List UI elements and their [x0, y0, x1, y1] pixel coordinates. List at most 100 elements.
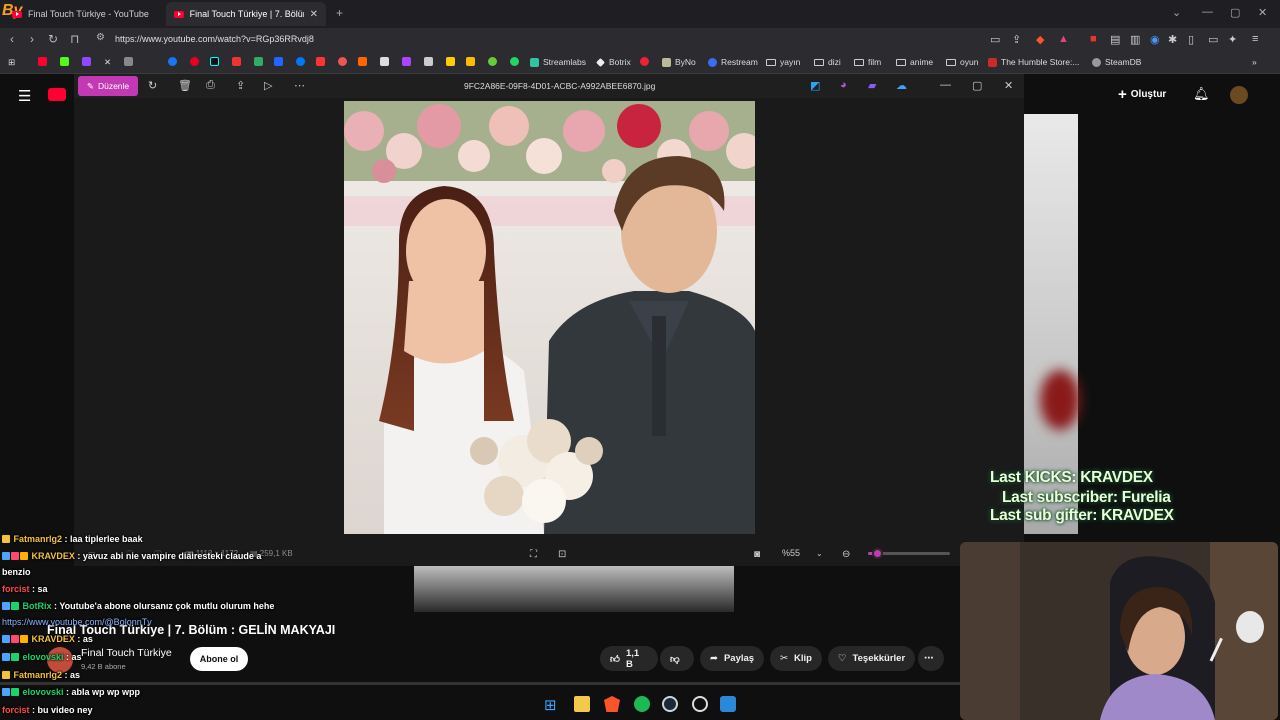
more-options-icon[interactable]: ⋯ [294, 79, 305, 92]
fit-to-window-icon[interactable]: ⛶ [530, 549, 537, 560]
bookmark-icon[interactable] [338, 57, 347, 66]
rewards-icon[interactable]: ▲ [1058, 33, 1069, 45]
cast-icon[interactable]: ▭ [990, 33, 1000, 46]
video-player-partial[interactable] [414, 566, 734, 612]
bookmark-icon[interactable] [274, 57, 283, 66]
extension-icon[interactable]: ▥ [1130, 33, 1140, 46]
bookmark-steamdb[interactable]: SteamDB [1092, 57, 1141, 67]
actual-size-icon[interactable]: ⊡ [558, 549, 566, 560]
account-avatar[interactable] [1230, 86, 1248, 104]
steam-icon[interactable] [662, 696, 678, 712]
viewer-close-icon[interactable]: ✕ [1004, 79, 1013, 92]
extension-icon[interactable]: ■ [1090, 33, 1097, 45]
bookmark-icon[interactable] [124, 57, 133, 66]
youtube-logo-icon[interactable] [48, 88, 66, 101]
zoom-level[interactable]: %55 [782, 548, 800, 558]
copilot-icon[interactable]: ◕ [840, 79, 847, 91]
print-icon[interactable]: ⎙ [206, 79, 215, 92]
chat-link[interactable]: https://www.youtube.com/@BolonnTv [2, 617, 152, 627]
bookmark-tiktok-icon[interactable] [210, 57, 219, 66]
wallet-icon[interactable]: ▭ [1208, 33, 1218, 46]
tab-youtube-video[interactable]: Final Touch Türkiye | 7. Bölüm : G ✕ [166, 2, 326, 26]
bookmark-streamlabs[interactable]: Streamlabs [530, 57, 586, 67]
bookmark-botrix[interactable]: Botrix [596, 57, 631, 67]
onedrive-icon[interactable]: ☁ [896, 79, 907, 92]
bookmark-kick-icon[interactable] [60, 57, 69, 66]
spotify-icon[interactable] [634, 696, 650, 712]
bookmark-folder-oyun[interactable]: oyun [946, 57, 978, 67]
more-actions-button[interactable]: ⋯ [918, 646, 944, 671]
bookmark-x-icon[interactable]: ✕ [104, 57, 111, 68]
bookmark-icon[interactable] [358, 57, 367, 66]
file-explorer-icon[interactable] [574, 696, 590, 712]
notifications-bell-icon[interactable]: 🔔︎ [1193, 86, 1210, 102]
designer-icon[interactable]: ◩ [810, 79, 820, 92]
bookmark-icon[interactable] [296, 57, 305, 66]
clipchamp-icon[interactable]: ▰ [868, 79, 876, 92]
url-field[interactable]: https://www.youtube.com/watch?v=RGp36RRv… [115, 34, 314, 44]
bookmark-icon[interactable]: ⊓ [70, 32, 79, 46]
thanks-button[interactable]: ♡ Teşekkürler [828, 646, 916, 671]
youtube-menu-icon[interactable]: ☰ [18, 87, 31, 105]
bookmark-folder-yayin[interactable]: yayın [766, 57, 800, 67]
bookmark-icon[interactable] [446, 57, 455, 66]
bookmark-youtube-icon[interactable] [38, 57, 47, 66]
bookmark-folder-anime[interactable]: anime [896, 57, 933, 67]
bookmark-icon[interactable] [232, 57, 241, 66]
photos-app-icon[interactable] [720, 696, 736, 712]
bookmark-icon[interactable] [424, 57, 433, 66]
zoom-slider[interactable] [868, 548, 950, 559]
bookmark-byno[interactable]: ByNo [662, 57, 696, 67]
bookmark-humble-store[interactable]: The Humble Store:... [988, 57, 1079, 67]
video-progress-bar[interactable] [0, 682, 960, 685]
clip-button[interactable]: ✂ Klip [770, 646, 822, 671]
tab-youtube-channel[interactable]: Final Touch Türkiye - YouTube [4, 2, 162, 26]
share-icon[interactable]: ⇪ [236, 79, 245, 92]
bookmark-folder-film[interactable]: film [854, 57, 881, 67]
share-icon[interactable]: ⇪ [1012, 33, 1021, 46]
minimize-icon[interactable]: — [1202, 6, 1213, 18]
slideshow-icon[interactable]: ▷ [264, 79, 272, 92]
maximize-icon[interactable]: ▢ [1230, 6, 1240, 19]
menu-icon[interactable]: ≡ [1252, 33, 1258, 45]
obs-icon[interactable] [692, 696, 708, 712]
bookmarks-overflow-icon[interactable]: » [1252, 57, 1257, 67]
delete-icon[interactable]: 🗑︎ [178, 79, 192, 92]
brave-shield-icon[interactable]: ◆ [1036, 33, 1044, 46]
bookmark-twitch-icon[interactable] [82, 57, 91, 66]
bookmark-icon[interactable] [380, 57, 389, 66]
zoom-slider-thumb[interactable] [872, 548, 883, 559]
tab-search-icon[interactable]: ⌄ [1172, 6, 1181, 19]
zoom-out-icon[interactable]: ⊖ [842, 549, 850, 560]
bookmark-facebook-icon[interactable] [168, 57, 177, 66]
subscribe-button[interactable]: Abone ol [190, 647, 248, 671]
back-icon[interactable]: ‹ [10, 32, 14, 46]
like-button[interactable]: 👍︎ 1,1 B [600, 646, 658, 671]
bookmark-icon[interactable] [466, 57, 475, 66]
bookmark-icon[interactable] [640, 57, 649, 66]
bookmark-icon[interactable] [316, 57, 325, 66]
reload-icon[interactable]: ↻ [48, 32, 58, 46]
channel-name[interactable]: Final Touch Türkiye [81, 647, 172, 659]
bookmark-icon[interactable] [402, 57, 411, 66]
extension-icon[interactable]: ▤ [1110, 33, 1120, 46]
share-button[interactable]: ➦ Paylaş [700, 646, 765, 671]
bookmark-restream[interactable]: Restream [708, 57, 758, 67]
windows-start-icon[interactable]: ⊞ [544, 696, 560, 714]
viewer-maximize-icon[interactable]: ▢ [972, 79, 982, 92]
site-settings-icon[interactable]: ⚙ [96, 32, 105, 43]
apps-icon[interactable]: ⊞ [8, 57, 15, 68]
zoom-dropdown-icon[interactable]: ⌄ [816, 549, 823, 558]
close-window-icon[interactable]: ✕ [1258, 6, 1267, 19]
forward-icon[interactable]: › [30, 32, 34, 46]
bookmark-icon[interactable] [254, 57, 263, 66]
tab-close-icon[interactable]: ✕ [310, 9, 318, 20]
bookmark-icon[interactable] [488, 57, 497, 66]
create-button[interactable]: + Oluştur [1118, 86, 1166, 103]
rotate-icon[interactable]: ↻ [148, 79, 157, 92]
bookmark-whatsapp-icon[interactable] [510, 57, 519, 66]
leo-icon[interactable]: ✦ [1228, 33, 1237, 46]
sidebar-icon[interactable]: ▯ [1188, 33, 1194, 46]
zoom-preset-icon[interactable]: ◙ [754, 549, 760, 560]
extension-icon[interactable]: ◉ [1150, 33, 1160, 46]
